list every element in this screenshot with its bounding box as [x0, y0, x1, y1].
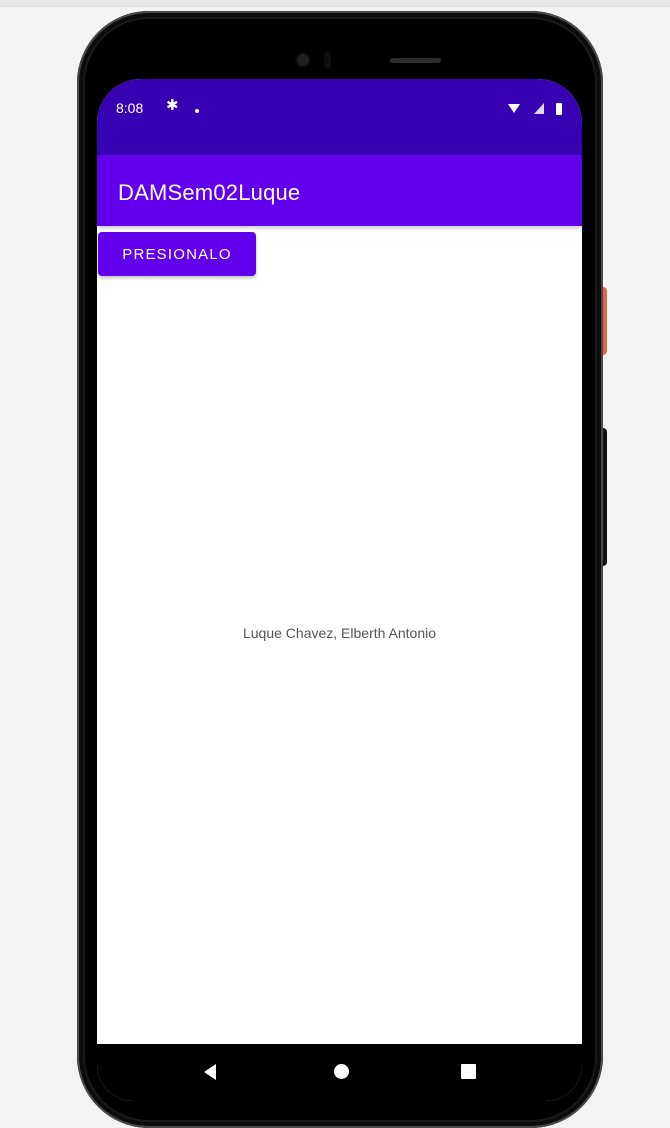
app-title: DAMSem02Luque — [118, 180, 301, 205]
navigation-bar — [97, 1044, 582, 1101]
recents-icon[interactable] — [461, 1064, 476, 1079]
status-icons — [508, 103, 562, 115]
app-bar: DAMSem02Luque — [97, 155, 582, 226]
front-camera-icon — [297, 54, 309, 66]
device-screen: 8:08 ✱ DAMSem02Luque PRESIONALO Luque Ch… — [97, 79, 582, 1101]
earpiece-speaker — [390, 58, 441, 63]
gear-icon: ✱ — [166, 97, 179, 114]
battery-icon — [556, 103, 562, 115]
notification-dot-icon — [195, 109, 199, 113]
proximity-sensor — [324, 51, 331, 69]
author-name-label: Luque Chavez, Elberth Antonio — [242, 625, 437, 641]
signal-icon — [534, 103, 544, 114]
window-top-edge — [0, 0, 670, 7]
wifi-icon — [508, 104, 520, 113]
home-icon[interactable] — [334, 1064, 349, 1079]
back-icon[interactable] — [204, 1064, 216, 1080]
status-bar: 8:08 ✱ — [97, 79, 582, 155]
status-time: 8:08 — [116, 100, 144, 116]
presionalo-button[interactable]: PRESIONALO — [98, 232, 256, 276]
